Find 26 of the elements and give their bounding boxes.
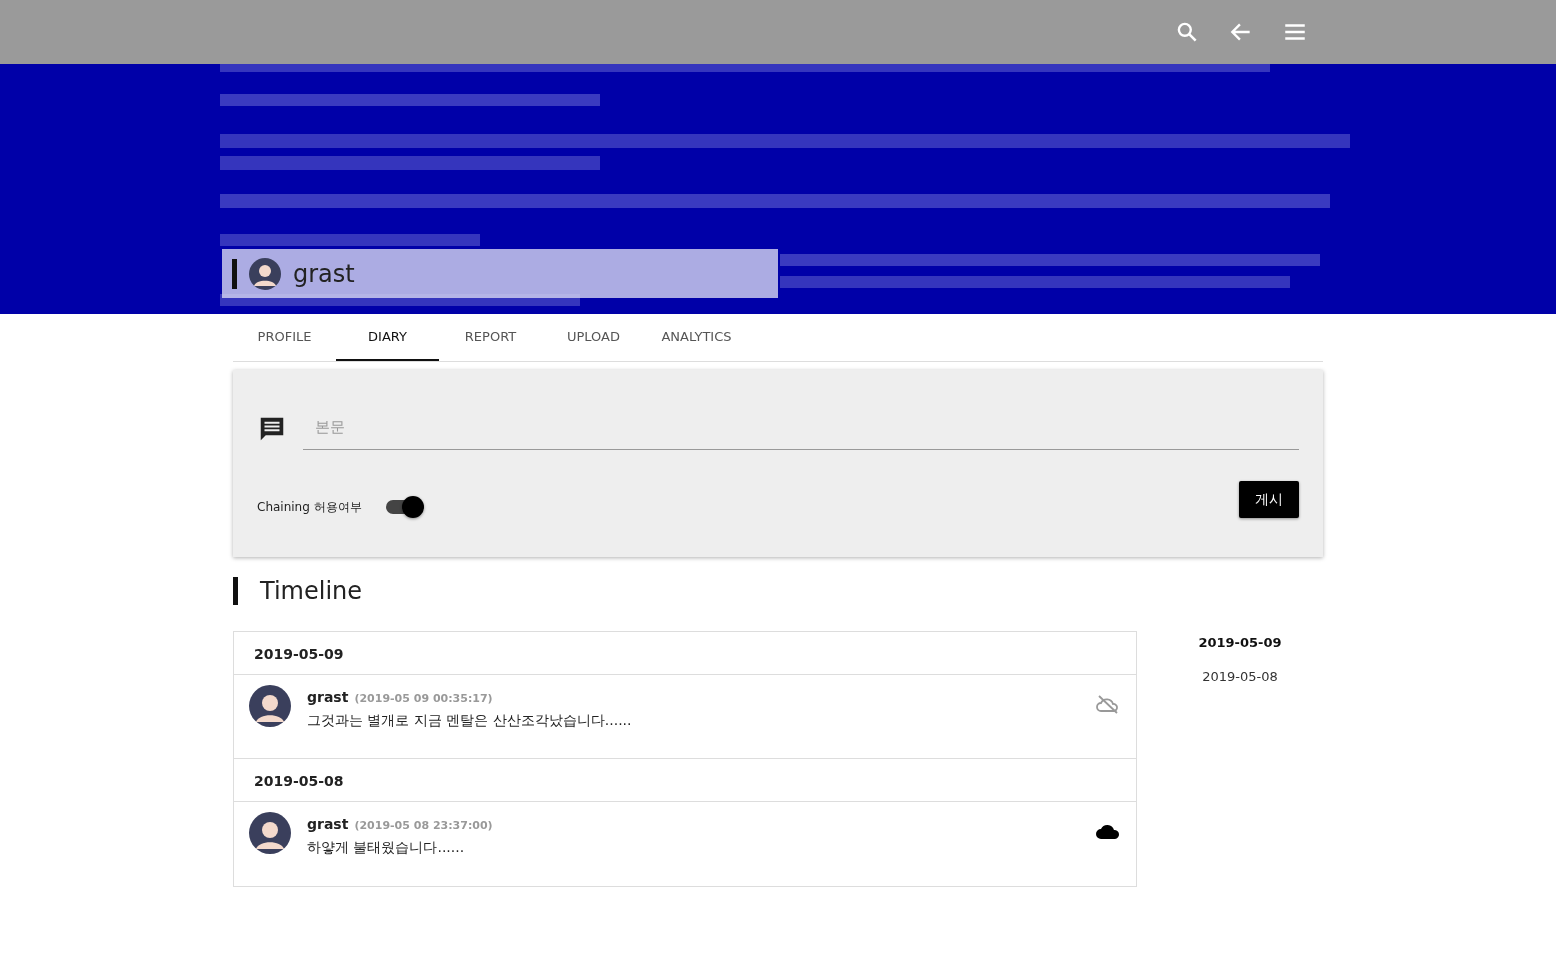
section-title: Timeline xyxy=(260,576,363,607)
body-input-field[interactable]: 본문 xyxy=(303,410,1299,450)
tab[interactable]: ANALYTICS xyxy=(645,314,748,361)
toggle-label: Chaining 허용여부 xyxy=(257,498,362,516)
profile-name: grast xyxy=(293,258,355,290)
author-name: grast xyxy=(307,688,349,707)
accent-bar xyxy=(232,258,237,289)
avatar-icon xyxy=(249,257,281,290)
avatar-icon xyxy=(249,812,291,854)
avatar-icon xyxy=(249,685,291,727)
cloud-off-icon[interactable] xyxy=(1095,693,1121,715)
date-link[interactable]: 2019-05-09 xyxy=(1198,633,1282,653)
post-button[interactable]: 게시 xyxy=(1239,480,1299,518)
accent-bar xyxy=(233,577,238,605)
date-heading: 2019-05-08 xyxy=(234,759,1136,802)
post-text: 그것과는 별개로 지금 멘탈은 산산조각났습니다...... xyxy=(307,711,632,730)
date-heading: 2019-05-09 xyxy=(234,632,1136,675)
post-time: (2019-05 08 23:37:00) xyxy=(354,818,493,834)
date-link[interactable]: 2019-05-08 xyxy=(1202,666,1278,686)
tab[interactable]: UPLOAD xyxy=(542,314,645,361)
post-time: (2019-05 09 00:35:17) xyxy=(354,691,493,707)
post-text: 하얗게 불태웠습니다...... xyxy=(307,838,466,857)
author-name: grast xyxy=(307,815,349,834)
tab[interactable]: REPORT xyxy=(439,314,542,361)
tab[interactable]: PROFILE xyxy=(233,314,336,361)
tab[interactable]: DIARY xyxy=(336,314,439,361)
